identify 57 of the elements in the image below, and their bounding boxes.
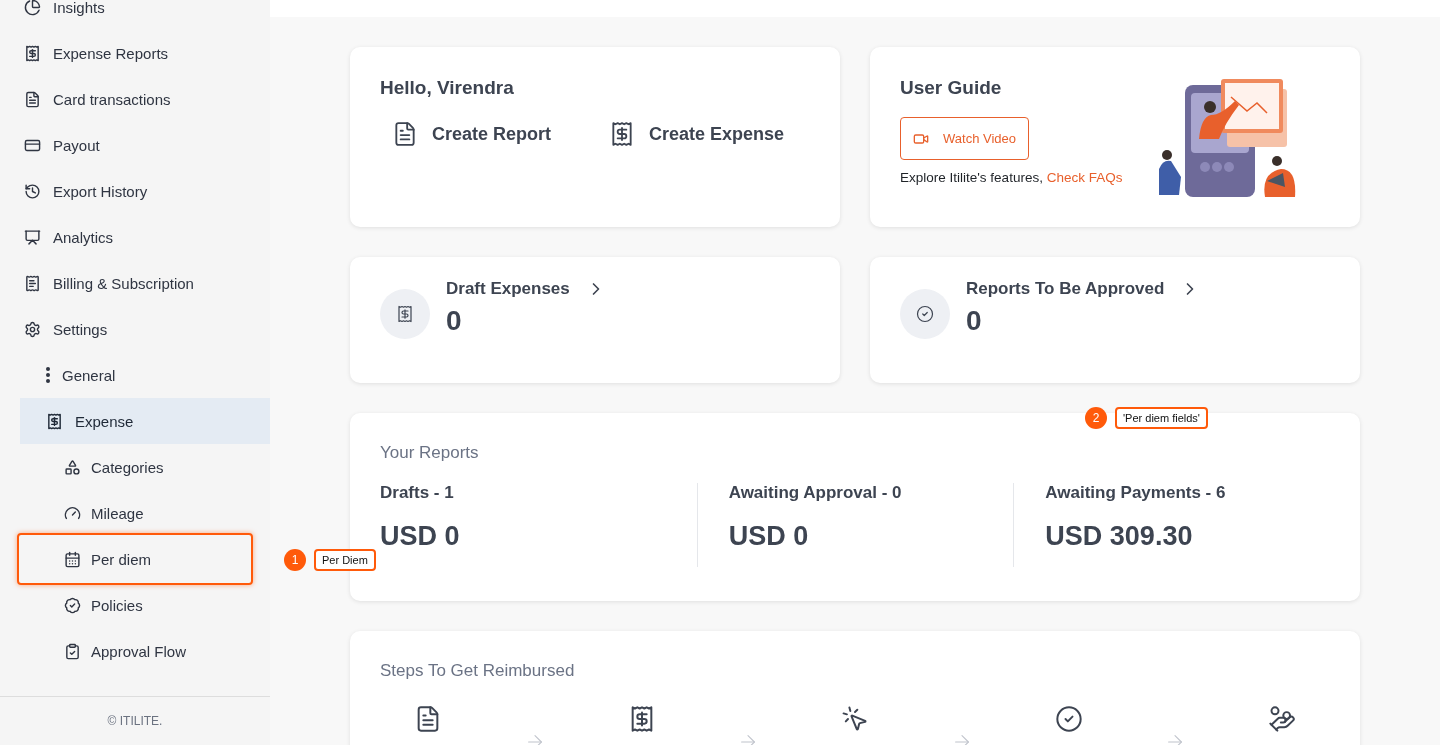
report-status: Awaiting Approval - 0: [728, 483, 903, 503]
shapes-icon: [64, 458, 81, 476]
sidebar-item[interactable]: Approval Flow: [20, 628, 270, 674]
pie-chart-icon: [24, 0, 41, 16]
sidebar-item[interactable]: Analytics: [0, 214, 270, 260]
calendar-icon: [64, 550, 81, 568]
stat-link[interactable]: Draft Expenses: [446, 279, 606, 299]
file-icon: [392, 121, 418, 147]
section-title: Steps To Get Reimbursed: [380, 661, 576, 681]
greeting-title: Hello, Virendra: [380, 77, 515, 99]
history-icon: [24, 182, 41, 200]
stat-link[interactable]: Reports To Be Approved: [966, 279, 1201, 299]
sidebar-item[interactable]: Billing & Subscription: [0, 260, 270, 306]
sidebar-item[interactable]: Per diem: [20, 536, 270, 582]
report-amount: USD 0: [728, 521, 810, 552]
check-circle-icon: [916, 305, 934, 323]
receipt-icon: [24, 44, 41, 62]
faq-link[interactable]: Check FAQs: [1046, 170, 1123, 185]
marker-number: 2: [1085, 407, 1107, 429]
annotation-label: 'Per diem fields': [1115, 407, 1208, 429]
sidebar-item[interactable]: Expense: [20, 398, 270, 444]
sidebar-item[interactable]: Insights: [0, 0, 270, 30]
sidebar-item[interactable]: Expense Reports: [0, 30, 270, 76]
stat-value: 0: [966, 305, 983, 337]
annotation-label: Per Diem: [314, 549, 376, 571]
report-status: Awaiting Payments - 6: [1045, 483, 1227, 503]
receipt-icon: [46, 412, 63, 430]
sidebar-item[interactable]: Categories: [20, 444, 270, 490]
report-status: Drafts - 1: [380, 483, 455, 503]
user-guide-title: User Guide: [900, 77, 1003, 99]
receipt-icon: [396, 305, 414, 323]
file-icon: [24, 90, 41, 108]
section-title: Your Reports: [380, 443, 480, 463]
presentation-icon: [24, 228, 41, 246]
gauge-icon: [64, 504, 81, 522]
pointer-icon: [841, 705, 869, 733]
bill-icon: [24, 274, 41, 292]
create-button[interactable]: Create Report: [392, 121, 552, 147]
watch-video-button[interactable]: Watch Video: [900, 117, 1029, 160]
badge-check-icon: [64, 596, 81, 614]
sidebar-item[interactable]: Settings: [0, 306, 270, 352]
report-amount: USD 0: [380, 521, 461, 552]
explore-text: Explore Itilite's features, Check FAQs: [900, 170, 1124, 185]
clipboard-check-icon: [64, 642, 81, 660]
create-button[interactable]: Create Expense: [609, 121, 785, 147]
dots-icon: [46, 367, 50, 383]
settings-icon: [24, 320, 41, 338]
sidebar-item[interactable]: Payout: [0, 122, 270, 168]
check-circle-icon: [1054, 705, 1083, 733]
report-amount: USD 309.30: [1045, 521, 1194, 552]
sidebar-item[interactable]: Export History: [0, 168, 270, 214]
stat-value: 0: [446, 305, 463, 337]
sidebar-item[interactable]: General: [20, 352, 270, 398]
sidebar-item[interactable]: Card transactions: [0, 76, 270, 122]
hand-coins-icon: [1268, 705, 1296, 733]
sidebar-item[interactable]: Policies: [20, 582, 270, 628]
sidebar-item[interactable]: Mileage: [20, 490, 270, 536]
